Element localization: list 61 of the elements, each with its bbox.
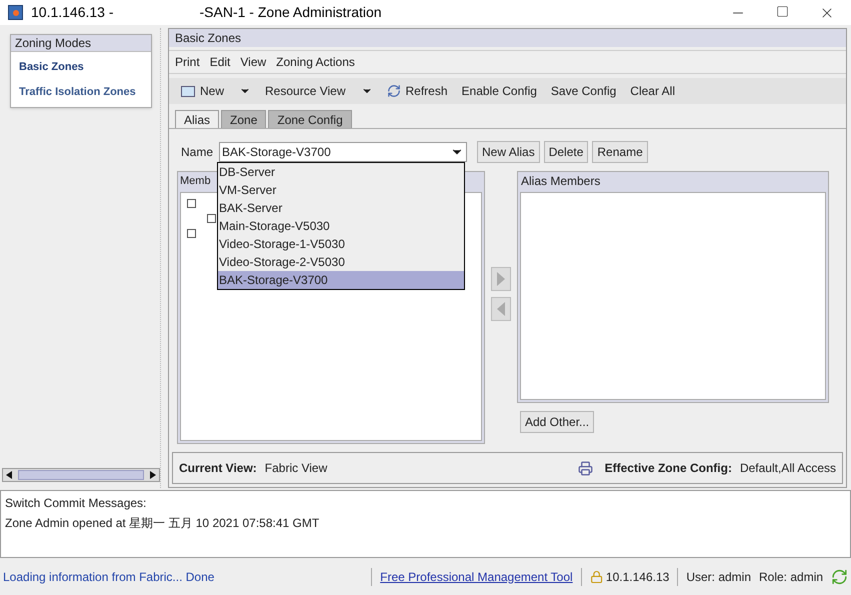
action-button[interactable]: Delete: [544, 141, 588, 163]
dropdown-option[interactable]: BAK-Storage-V3700: [218, 271, 464, 289]
scroll-right-icon[interactable]: [150, 471, 156, 479]
horizontal-scrollbar[interactable]: [2, 468, 160, 482]
status-message: Loading information from Fabric... Done: [3, 568, 216, 586]
toolbar-button[interactable]: Enable Config: [456, 80, 543, 102]
tab[interactable]: Zone Config: [268, 110, 352, 128]
role-label: Role: admin: [759, 568, 824, 586]
toolbar-button[interactable]: Save Config: [544, 80, 622, 102]
toolbar-button[interactable]: Resource View: [259, 80, 378, 102]
name-label: Name: [181, 144, 214, 161]
maximize-icon[interactable]: [776, 4, 789, 18]
toolbar-button[interactable]: Clear All: [624, 80, 681, 102]
refresh-icon: [386, 84, 400, 98]
app-icon: [8, 5, 23, 20]
dropdown-list[interactable]: DB-Server VM-Server BAK-Server Main-Storage-V5030 Video-Storage-1-V5030 Video-Storage-2-V5030 BAK-Storage-V3700: [217, 162, 465, 290]
user-label: User: admin: [686, 568, 751, 586]
toolbar-button[interactable]: Refresh: [380, 80, 454, 102]
current-view-value: Fabric View: [264, 460, 328, 477]
printer-icon: [578, 460, 593, 476]
message-line: Switch Commit Messages:: [5, 495, 148, 512]
effective-config-value: Default,All Access: [740, 460, 836, 477]
dropdown-option[interactable]: Video-Storage-2-V5030: [218, 253, 464, 271]
name-dropdown[interactable]: BAK-Storage-V3700: [219, 142, 468, 162]
window-title: -SAN-1 - Zone Administration: [200, 3, 382, 22]
scroll-left-icon[interactable]: [6, 471, 12, 479]
dropdown-option[interactable]: VM-Server: [218, 181, 464, 199]
message-line: Zone Admin opened at 星期一 五月 10 2021 07:58:41 GMT: [5, 515, 320, 532]
ip-address: 10.1.146.13: [606, 568, 670, 586]
menu-item[interactable]: Zoning Actions: [276, 53, 355, 71]
collapse-icon[interactable]: [187, 199, 196, 208]
dropdown-option[interactable]: BAK-Server: [218, 199, 464, 217]
toolbar-button[interactable]: New: [175, 80, 258, 102]
sync-icon: [831, 568, 848, 586]
expand-icon[interactable]: [207, 214, 216, 223]
tab[interactable]: Zone: [221, 110, 266, 128]
expand-icon[interactable]: [187, 229, 196, 238]
menu-item[interactable]: View: [240, 53, 266, 71]
menu-item[interactable]: Print: [175, 53, 200, 71]
lock-icon: [590, 570, 603, 584]
effective-config-label: Effective Zone Config:: [604, 460, 732, 477]
add-other-button[interactable]: Add Other...: [520, 411, 594, 433]
right-arrow-icon: [496, 271, 506, 287]
dropdown-option[interactable]: Video-Storage-1-V5030: [218, 235, 464, 253]
window-icon: [181, 86, 195, 96]
current-view-label: Current View:: [179, 460, 257, 477]
alias-members-header: Alias Members: [520, 173, 602, 190]
menu-item[interactable]: Edit: [210, 53, 230, 71]
dropdown-option[interactable]: DB-Server: [218, 163, 464, 181]
dropdown-option[interactable]: Main-Storage-V5030: [218, 217, 464, 235]
action-button[interactable]: New Alias: [477, 141, 540, 163]
left-arrow-icon: [496, 301, 506, 317]
management-tool-link[interactable]: Free Professional Management Tool: [380, 568, 573, 586]
window-title: 10.1.146.13 -: [31, 3, 114, 22]
sidebar-item[interactable]: Basic Zones: [11, 55, 151, 80]
sidebar-title: Zoning Modes: [11, 35, 151, 52]
panel-title: Basic Zones: [169, 29, 846, 47]
tab[interactable]: Alias: [175, 110, 220, 128]
sidebar-item[interactable]: Traffic Isolation Zones: [11, 80, 151, 104]
action-button[interactable]: Rename: [592, 141, 648, 163]
members-header: Memb: [179, 174, 212, 189]
